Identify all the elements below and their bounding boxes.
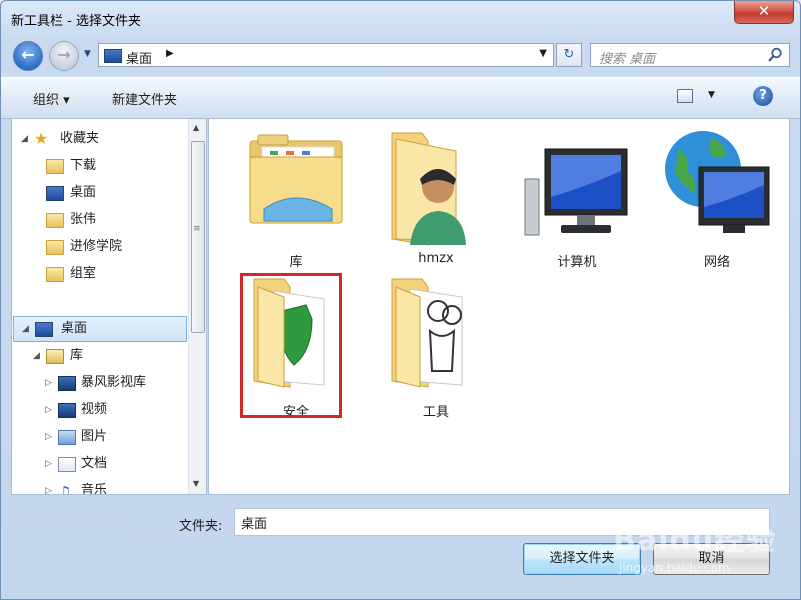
- item-label: 工具: [422, 405, 449, 420]
- library-icon: [249, 134, 343, 224]
- nav-item-music[interactable]: ▷ ♫ 音乐: [12, 479, 190, 495]
- nav-item-baofeng[interactable]: ▷ 暴风影视库: [12, 371, 190, 395]
- scroll-grip-icon: ≡: [193, 224, 201, 234]
- item-tools[interactable]: 工具: [376, 275, 496, 420]
- folder-icon: [46, 267, 64, 282]
- search-box[interactable]: 搜索 桌面: [590, 43, 790, 67]
- nav-item-pictures[interactable]: ▷ 图片: [12, 425, 190, 449]
- desktop-icon: [104, 49, 122, 63]
- nav-item-desktop[interactable]: 桌面: [12, 181, 190, 205]
- nav-library[interactable]: ◢ 库: [12, 344, 190, 368]
- scroll-up-icon[interactable]: ▲: [193, 123, 199, 132]
- collapse-arrow-icon[interactable]: ◢: [22, 317, 29, 341]
- download-folder-icon: [46, 159, 64, 174]
- navigation-pane: ◢ ★ 收藏夹 下载 桌面 张伟 进修学院 组室 ◢ 桌面 ◢ 库 ▷ 暴风影视…: [11, 118, 207, 495]
- library-icon: [46, 349, 64, 364]
- nav-item-label: 下载: [70, 158, 97, 173]
- window-title: 新工具栏 - 选择文件夹: [11, 14, 141, 29]
- item-label: 库: [289, 255, 303, 270]
- item-network[interactable]: 网络: [657, 127, 777, 270]
- refresh-button[interactable]: ↻: [556, 43, 582, 67]
- user-folder-icon: [391, 132, 466, 246]
- history-dropdown[interactable]: ▼: [84, 49, 91, 59]
- nav-item-label: 音乐: [81, 483, 108, 495]
- nav-item-download[interactable]: 下载: [12, 154, 190, 178]
- expand-arrow-icon[interactable]: ▷: [45, 371, 52, 395]
- desktop-icon: [35, 322, 53, 337]
- nav-item-label: 桌面: [61, 321, 88, 336]
- back-button[interactable]: ←: [13, 41, 43, 71]
- nav-item-zhangwei[interactable]: 张伟: [12, 208, 190, 232]
- nav-item-label: 视频: [81, 402, 108, 417]
- nav-item-label: 桌面: [70, 185, 97, 200]
- star-icon: ★: [34, 129, 49, 148]
- music-icon: ♫: [58, 483, 72, 495]
- dialog-window: 新工具栏 - 选择文件夹 ✕ ← → ▼ 桌面 ▶ ▼ ↻ 搜索 桌面 组织 ▾…: [0, 0, 801, 600]
- expand-arrow-icon[interactable]: ▷: [45, 452, 52, 476]
- organize-menu[interactable]: 组织 ▾: [33, 89, 70, 108]
- view-icon[interactable]: [677, 89, 693, 103]
- nav-item-label: 组室: [70, 266, 97, 281]
- nav-item-label: 张伟: [70, 212, 97, 227]
- picture-icon: [58, 430, 76, 445]
- search-placeholder[interactable]: 搜索 桌面: [599, 48, 655, 67]
- content-pane: 库 hmzx 计算机 网络 安全 工具: [208, 118, 790, 495]
- nav-item-label: 进修学院: [70, 239, 123, 254]
- title-bar: 新工具栏 - 选择文件夹 ✕: [1, 1, 800, 37]
- item-label: hmzx: [418, 251, 454, 266]
- address-location[interactable]: 桌面: [126, 48, 152, 67]
- close-button[interactable]: ✕: [734, 1, 794, 24]
- video-icon: [58, 403, 76, 418]
- nav-scrollbar[interactable]: ▲ ≡ ▼: [188, 119, 206, 494]
- video-library-icon: [58, 376, 76, 391]
- item-label: 计算机: [557, 255, 597, 270]
- toolbar: 组织 ▾ 新建文件夹 ▼ ?: [1, 77, 800, 119]
- help-button[interactable]: ?: [753, 86, 773, 106]
- nav-favorites[interactable]: ◢ ★ 收藏夹: [12, 127, 190, 151]
- view-dropdown[interactable]: ▼: [708, 90, 715, 100]
- forward-button[interactable]: →: [49, 41, 79, 71]
- tools-folder-icon: [391, 278, 463, 388]
- breadcrumb-arrow-icon[interactable]: ▶: [166, 48, 174, 59]
- expand-arrow-icon[interactable]: ▷: [45, 479, 52, 494]
- nav-item-zushi[interactable]: 组室: [12, 262, 190, 286]
- address-dropdown[interactable]: ▼: [539, 48, 547, 59]
- nav-item-label: 图片: [81, 429, 108, 444]
- folder-icon: [46, 213, 64, 228]
- collapse-arrow-icon[interactable]: ◢: [21, 127, 28, 151]
- nav-item-video[interactable]: ▷ 视频: [12, 398, 190, 422]
- selection-highlight: [240, 273, 342, 418]
- collapse-arrow-icon[interactable]: ◢: [33, 344, 40, 368]
- search-icon[interactable]: [767, 47, 783, 67]
- address-bar[interactable]: 桌面 ▶ ▼: [98, 43, 554, 67]
- expand-arrow-icon[interactable]: ▷: [45, 425, 52, 449]
- network-icon: [665, 131, 770, 233]
- nav-item-jinxiu[interactable]: 进修学院: [12, 235, 190, 259]
- folder-icon: [46, 240, 64, 255]
- item-label: 网络: [703, 255, 730, 270]
- item-library[interactable]: 库: [236, 127, 356, 270]
- scroll-down-icon[interactable]: ▼: [193, 479, 199, 488]
- folder-label: 文件夹:: [179, 519, 223, 534]
- item-hmzx[interactable]: hmzx: [376, 127, 496, 267]
- nav-favorites-label: 收藏夹: [60, 131, 100, 146]
- new-folder-button[interactable]: 新建文件夹: [112, 89, 177, 108]
- nav-item-label: 库: [70, 348, 84, 363]
- nav-item-documents[interactable]: ▷ 文档: [12, 452, 190, 476]
- item-computer[interactable]: 计算机: [517, 127, 637, 270]
- watermark-brand: Baidu经验: [613, 523, 777, 558]
- nav-item-label: 暴风影视库: [81, 375, 147, 390]
- document-icon: [58, 457, 76, 472]
- desktop-icon: [46, 186, 64, 201]
- computer-icon: [524, 148, 628, 236]
- nav-item-desktop-root[interactable]: ◢ 桌面: [13, 316, 187, 342]
- scroll-thumb[interactable]: [191, 141, 205, 333]
- expand-arrow-icon[interactable]: ▷: [45, 398, 52, 422]
- nav-item-label: 文档: [81, 456, 108, 471]
- watermark-url: jingyan.baidu.com: [619, 561, 730, 575]
